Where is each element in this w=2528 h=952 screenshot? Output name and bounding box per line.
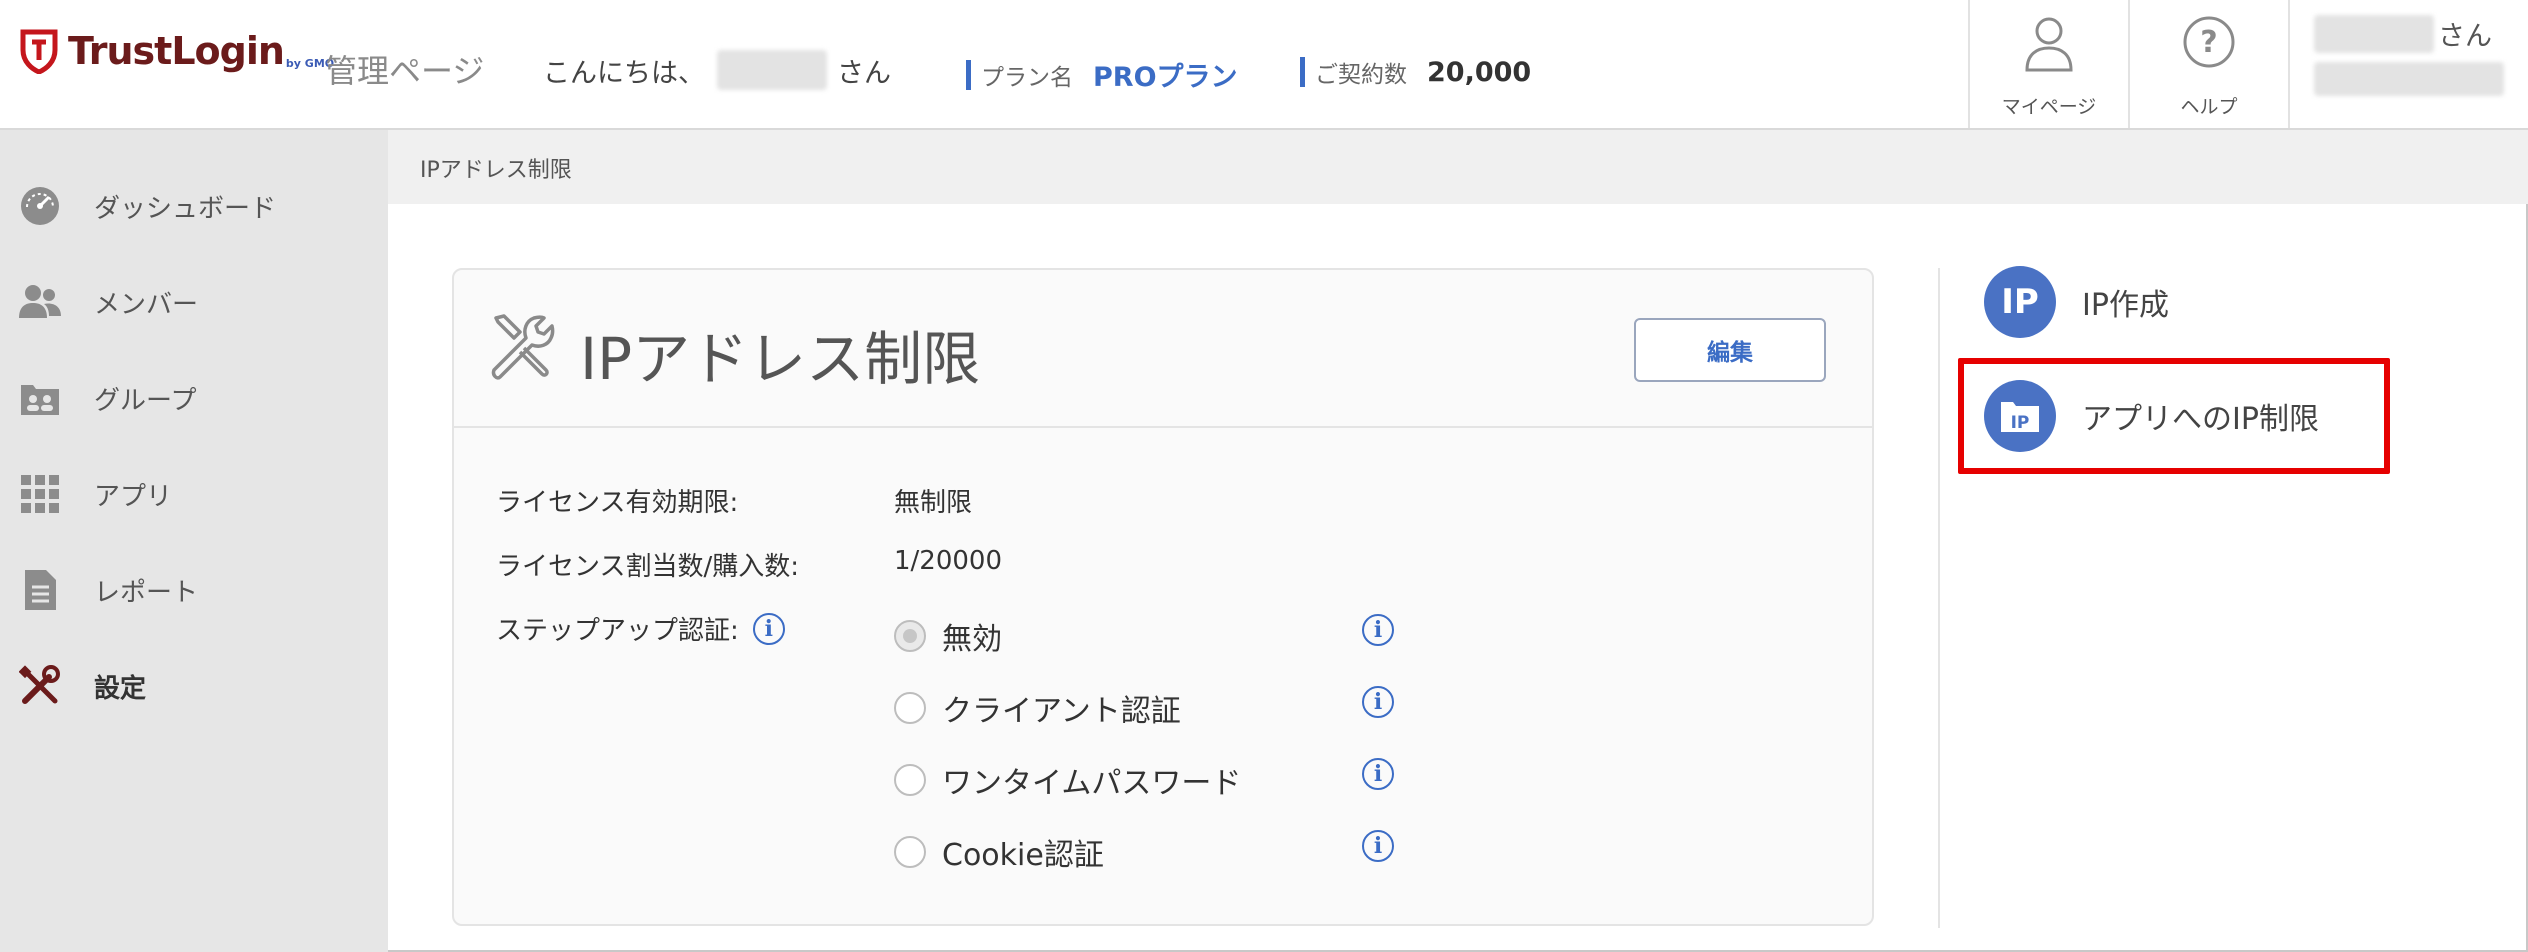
info-icon[interactable]: i bbox=[1362, 614, 1394, 646]
plan-bar-mark bbox=[966, 59, 971, 90]
greeting-prefix: こんにちは、 bbox=[543, 57, 705, 89]
plan-info: プラン名 PROプラン bbox=[966, 55, 1238, 94]
apps-grid-icon bbox=[18, 472, 62, 516]
blurred-account-name bbox=[2314, 14, 2434, 53]
group-icon bbox=[18, 376, 62, 420]
info-icon[interactable]: i bbox=[1362, 686, 1394, 718]
sidebar: ダッシュボード メンバー グループ アプリ レポート 設定 bbox=[0, 130, 388, 952]
breadcrumb: IPアドレス制限 bbox=[388, 130, 2528, 204]
contract-info: ご契約数 20,000 bbox=[1300, 55, 1531, 89]
header: TrustLogin by GMO 管理ページ こんにちは、 さん プラン名 P… bbox=[0, 0, 2528, 130]
highlight-box bbox=[1958, 358, 2390, 474]
stepup-option-otp[interactable]: ワンタイムパスワード bbox=[894, 758, 1241, 802]
contract-bar-mark bbox=[1300, 57, 1305, 87]
settings-tools-icon bbox=[18, 664, 62, 708]
admin-page-title: 管理ページ bbox=[325, 52, 485, 90]
breadcrumb-current: IPアドレス制限 bbox=[420, 158, 572, 183]
user-account-box[interactable]: さん bbox=[2288, 0, 2528, 128]
dashboard-icon bbox=[18, 184, 62, 228]
ip-restriction-card: IPアドレス制限 編集 ライセンス有効期限: 無制限 ライセンス割当数/購入数:… bbox=[452, 268, 1874, 926]
license-expiry-label: ライセンス有効期限: bbox=[496, 488, 739, 518]
ip-create-label: IP作成 bbox=[2082, 288, 2169, 323]
contract-label: ご契約数 bbox=[1315, 62, 1407, 88]
plan-value: PROプラン bbox=[1093, 62, 1238, 93]
radio-button[interactable] bbox=[894, 764, 926, 796]
sidebar-item-label: メンバー bbox=[94, 289, 199, 320]
radio-label: ワンタイムパスワード bbox=[942, 766, 1242, 801]
contract-value: 20,000 bbox=[1427, 56, 1532, 88]
radio-label: Cookie認証 bbox=[942, 838, 1104, 873]
license-count-label: ライセンス割当数/購入数: bbox=[496, 552, 799, 582]
sidebar-item-label: ダッシュボード bbox=[94, 193, 277, 224]
radio-label: クライアント認証 bbox=[942, 694, 1181, 729]
mypage-label: マイページ bbox=[2001, 96, 2097, 118]
blurred-user-name bbox=[717, 50, 827, 90]
ip-create-action[interactable]: IP IP作成 bbox=[1984, 266, 2169, 338]
user-name-line: さん bbox=[2314, 14, 2492, 53]
tools-icon bbox=[491, 314, 555, 380]
stepup-auth-row: ステップアップ認証: i bbox=[496, 610, 785, 647]
stepup-option-disabled[interactable]: 無効 bbox=[894, 614, 1002, 658]
greeting: こんにちは、 さん bbox=[543, 50, 891, 90]
stepup-option-client-cert[interactable]: クライアント認証 bbox=[894, 686, 1181, 730]
plan-label: プラン名 bbox=[981, 64, 1073, 91]
sidebar-item-members[interactable]: メンバー bbox=[0, 262, 388, 342]
radio-button[interactable] bbox=[894, 692, 926, 724]
user-icon bbox=[2025, 17, 2073, 72]
blurred-account-email bbox=[2314, 62, 2504, 96]
radio-button[interactable] bbox=[894, 836, 926, 868]
report-icon bbox=[18, 568, 62, 612]
sidebar-item-reports[interactable]: レポート bbox=[0, 550, 388, 630]
sidebar-item-label: レポート bbox=[94, 577, 199, 608]
card-header: IPアドレス制限 編集 bbox=[454, 270, 1872, 428]
license-expiry-value: 無制限 bbox=[894, 488, 973, 518]
info-icon[interactable]: i bbox=[752, 612, 785, 645]
sidebar-item-label: グループ bbox=[94, 385, 197, 416]
svg-text:?: ? bbox=[2200, 25, 2217, 60]
help-label: ヘルプ bbox=[2180, 96, 2238, 118]
license-count-value: 1/20000 bbox=[894, 546, 1003, 576]
sidebar-item-groups[interactable]: グループ bbox=[0, 358, 388, 438]
sidebar-item-label: 設定 bbox=[94, 673, 147, 704]
help-button[interactable]: ? ヘルプ bbox=[2128, 0, 2288, 128]
brand-name: TrustLogin bbox=[68, 29, 285, 73]
members-icon bbox=[18, 280, 62, 324]
trustlogin-shield-icon bbox=[20, 29, 58, 74]
panel-divider bbox=[1938, 268, 1940, 928]
stepup-option-cookie[interactable]: Cookie認証 bbox=[894, 830, 1104, 874]
sidebar-item-settings[interactable]: 設定 bbox=[0, 646, 388, 726]
trustlogin-logo[interactable]: TrustLogin by GMO bbox=[20, 28, 334, 74]
ip-create-icon: IP bbox=[1984, 266, 2056, 338]
user-suffix: さん bbox=[2438, 21, 2492, 52]
radio-button[interactable] bbox=[894, 620, 926, 652]
info-icon[interactable]: i bbox=[1362, 758, 1394, 790]
card-title: IPアドレス制限 bbox=[580, 325, 981, 393]
greeting-suffix: さん bbox=[837, 57, 891, 89]
help-icon: ? bbox=[2183, 16, 2235, 68]
sidebar-item-label: アプリ bbox=[94, 481, 173, 512]
stepup-auth-label: ステップアップ認証: bbox=[496, 616, 739, 646]
edit-button[interactable]: 編集 bbox=[1634, 318, 1826, 382]
info-icon[interactable]: i bbox=[1362, 830, 1394, 862]
mypage-button[interactable]: マイページ bbox=[1968, 0, 2128, 128]
sidebar-item-apps[interactable]: アプリ bbox=[0, 454, 388, 534]
sidebar-item-dashboard[interactable]: ダッシュボード bbox=[0, 166, 388, 246]
radio-label: 無効 bbox=[942, 622, 1002, 657]
